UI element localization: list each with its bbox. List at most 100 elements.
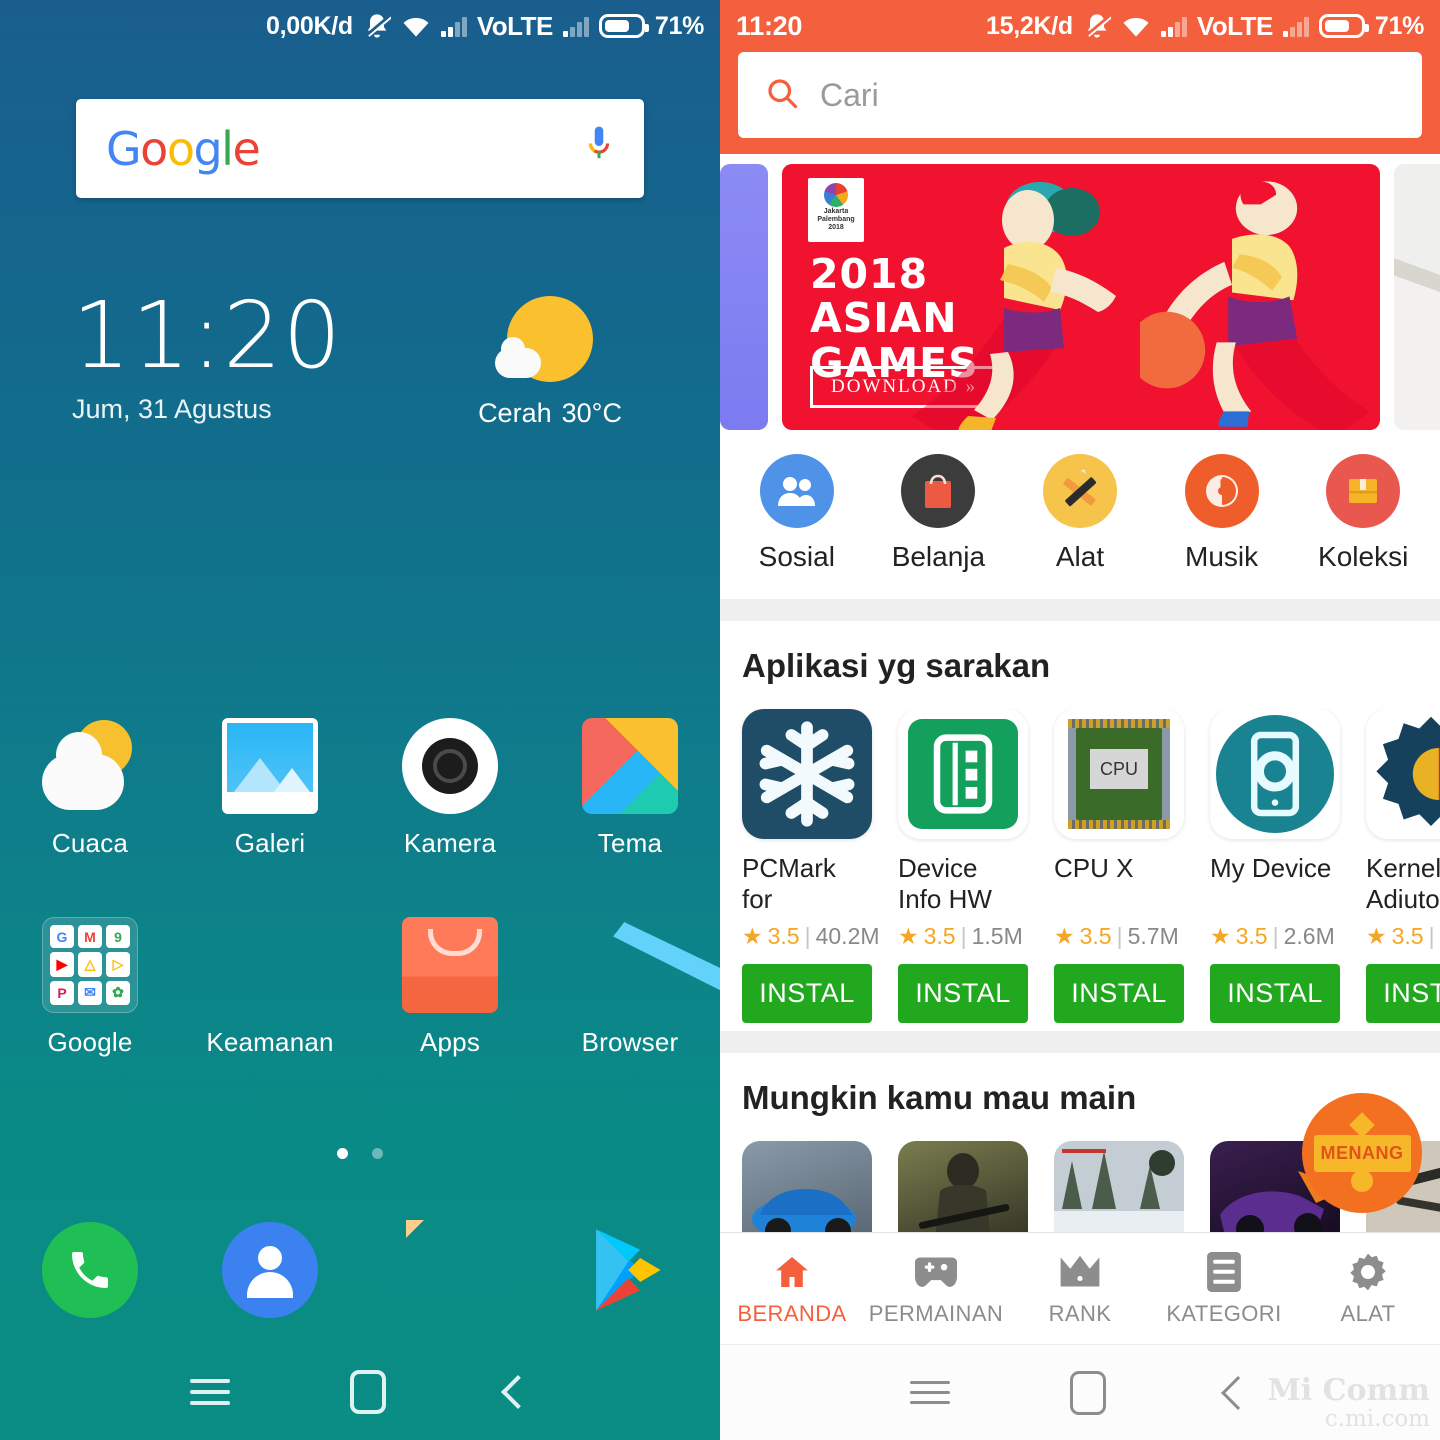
dock-play-store[interactable]: [540, 1222, 720, 1318]
google-search-widget[interactable]: Google: [76, 99, 644, 198]
category-sosial[interactable]: Sosial: [726, 454, 868, 573]
app-keamanan[interactable]: Keamanan: [180, 917, 360, 1058]
data-speed-text: 0,00K/d: [266, 11, 353, 40]
app-label: Keamanan: [206, 1027, 334, 1057]
weather-text: Cerah 30°C: [478, 398, 622, 428]
app-label: Kamera: [403, 828, 497, 858]
tab-kategori[interactable]: KATEGORI: [1152, 1250, 1296, 1327]
messages-icon: [402, 1222, 498, 1318]
menu-icon[interactable]: [190, 1372, 230, 1412]
category-label: Musik: [1185, 541, 1259, 572]
app-list[interactable]: PCMark for Android… ★ 3.5 | 40.2M INSTAL: [720, 709, 1440, 1023]
app-apps[interactable]: Apps: [360, 917, 540, 1058]
folder-mini-icon: M: [78, 925, 102, 949]
left-system-nav-bar: [0, 1344, 720, 1440]
cpu-chip-icon: CPU: [1054, 709, 1184, 839]
app-browser[interactable]: Browser: [540, 917, 720, 1058]
device-info-icon: [898, 709, 1028, 839]
my-device-icon: [1210, 709, 1340, 839]
install-button[interactable]: INSTAL: [1366, 964, 1440, 1023]
app-kamera[interactable]: Kamera: [360, 718, 540, 859]
home-dock: [0, 1222, 720, 1318]
tab-permainan[interactable]: PERMAINAN: [864, 1250, 1008, 1327]
home-icon[interactable]: [350, 1370, 386, 1414]
tab-alat[interactable]: ALAT: [1296, 1250, 1440, 1327]
banner-next-peek[interactable]: [1394, 164, 1440, 430]
app-size: 5.7M: [1127, 923, 1179, 949]
tab-rank[interactable]: RANK: [1008, 1250, 1152, 1327]
microphone-icon[interactable]: [584, 124, 614, 173]
folder-mini-icon: P: [50, 980, 74, 1005]
banner-prev-peek[interactable]: [720, 164, 768, 430]
clock-weather-widget[interactable]: 11:20 Jum, 31 Agustus Cerah 30°C: [72, 290, 660, 429]
app-cuaca[interactable]: Cuaca: [0, 718, 180, 859]
category-alat[interactable]: Alat: [1009, 454, 1151, 573]
app-card[interactable]: Device Info HW ★ 3.5 | 1.5M INSTAL: [898, 709, 1028, 1023]
star-icon: ★: [1210, 923, 1231, 949]
app-meta: ★ 3.5 | 1.5M: [898, 923, 1023, 949]
app-card[interactable]: Kernel Adiuto ★ 3.5 | INSTAL: [1366, 709, 1440, 1023]
weather-widget[interactable]: Cerah 30°C: [440, 296, 660, 429]
app-size: 1.5M: [971, 923, 1023, 949]
home-icon: [720, 1250, 864, 1294]
app-card[interactable]: PCMark for Android… ★ 3.5 | 40.2M INSTAL: [742, 709, 880, 1023]
app-galeri[interactable]: Galeri: [180, 718, 360, 859]
banner-carousel[interactable]: Jakarta Palembang 2018 2018 ASIAN GAMES DO…: [720, 154, 1440, 444]
page-indicator: [0, 1148, 720, 1159]
gallery-app-icon: [222, 718, 318, 814]
app-tema[interactable]: Tema: [540, 718, 720, 859]
banner-asian-games[interactable]: Jakarta Palembang 2018 2018 ASIAN GAMES DO…: [782, 164, 1380, 430]
volte-label: VoLTE: [476, 10, 553, 41]
tab-label: KATEGORI: [1166, 1301, 1282, 1326]
snowflake-icon: [742, 709, 872, 839]
app-rating: 3.5: [1079, 923, 1112, 949]
app-rating: 3.5: [1391, 923, 1424, 949]
battery-icon: [598, 14, 649, 38]
dock-messages[interactable]: [360, 1222, 540, 1318]
search-input[interactable]: Cari: [738, 52, 1422, 138]
wifi-icon: [1121, 14, 1151, 38]
install-button[interactable]: INSTAL: [898, 964, 1028, 1023]
signal-bars-icon: [440, 15, 467, 37]
app-card[interactable]: CPU CPU X ★ 3.5 | 5.7M INSTAL: [1054, 709, 1184, 1023]
watermark-line-2: c.mi.com: [1324, 1405, 1430, 1432]
home-icon[interactable]: [1070, 1370, 1106, 1415]
category-belanja[interactable]: Belanja: [868, 454, 1010, 573]
phone-dial-icon: [42, 1222, 138, 1318]
category-musik[interactable]: Musik: [1151, 454, 1293, 573]
watermark: Mi Comm c.mi.com: [1268, 1374, 1430, 1432]
page-dot-active[interactable]: [337, 1148, 348, 1159]
category-koleksi[interactable]: Koleksi: [1292, 454, 1434, 573]
app-card[interactable]: My Device ★ 3.5 | 2.6M INSTAL: [1210, 709, 1340, 1023]
back-icon[interactable]: [1221, 1375, 1255, 1410]
back-icon[interactable]: [501, 1375, 535, 1409]
dock-contacts[interactable]: [180, 1222, 360, 1318]
app-label: Cuaca: [51, 828, 129, 858]
dock-phone[interactable]: [0, 1222, 180, 1318]
left-phone-home-screen: 0,00K/d VoLTE 71% Google 11:20 Jum, 31 A…: [0, 0, 720, 1440]
signal-bars-secondary-icon: [562, 15, 589, 37]
battery-icon: [1318, 14, 1369, 38]
mute-bell-icon: [363, 12, 391, 40]
app-store-icon: [402, 917, 498, 1013]
signal-bars-secondary-icon: [1282, 15, 1309, 37]
page-dot[interactable]: [372, 1148, 383, 1159]
section-title: Aplikasi yg sarakan: [742, 647, 1051, 684]
home-app-grid: Cuaca Galeri Kamera Tema G M 9 ▶ △ ▷ P ✉…: [0, 718, 720, 1116]
app-label: Browser: [581, 1027, 679, 1057]
tab-beranda[interactable]: BERANDA: [720, 1250, 864, 1327]
install-button[interactable]: INSTAL: [1054, 964, 1184, 1023]
app-google-folder[interactable]: G M 9 ▶ △ ▷ P ✉ ✿ Google: [0, 917, 180, 1058]
store-search-header: Cari: [720, 52, 1440, 154]
app-meta: ★ 3.5 | 5.7M: [1054, 923, 1179, 949]
category-label: Sosial: [758, 541, 835, 572]
install-button[interactable]: INSTAL: [742, 964, 872, 1023]
app-row-1: Cuaca Galeri Kamera Tema: [0, 718, 720, 859]
app-label: Google: [47, 1027, 133, 1057]
install-button[interactable]: INSTAL: [1210, 964, 1340, 1023]
dual-screenshot: 0,00K/d VoLTE 71% Google 11:20 Jum, 31 A…: [0, 0, 1440, 1440]
menu-icon[interactable]: [910, 1374, 950, 1411]
menang-promo-badge[interactable]: MENANG: [1302, 1093, 1422, 1213]
collection-box-icon: [1326, 454, 1401, 528]
app-label: Galeri: [234, 828, 306, 858]
